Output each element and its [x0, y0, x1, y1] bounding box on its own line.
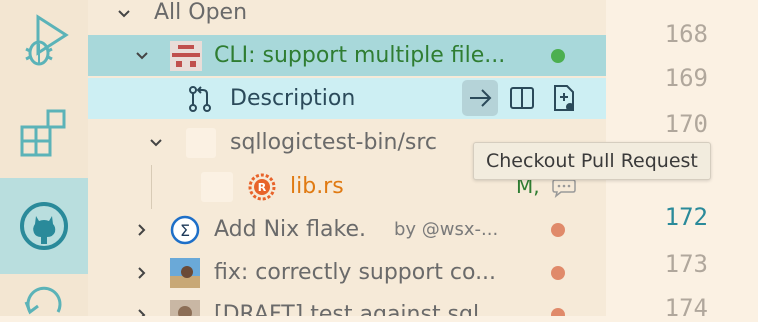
- git-pull-request-icon: [189, 86, 211, 112]
- pr-item-cli-support[interactable]: CLI: support multiple file...: [88, 35, 606, 76]
- description-label: Description: [230, 86, 356, 111]
- svg-text:Σ: Σ: [180, 221, 190, 240]
- chevron-down-icon: [150, 139, 162, 147]
- avatar: [170, 300, 200, 316]
- pr-title: Add Nix flake.: [214, 217, 366, 242]
- file-comment-button[interactable]: [546, 80, 582, 116]
- folder-icon: [186, 128, 216, 158]
- tooltip: Checkout Pull Request: [473, 142, 711, 180]
- section-all-open[interactable]: All Open: [88, 0, 606, 33]
- pr-author: by @wsx-...: [394, 219, 499, 240]
- rust-icon: R: [248, 173, 276, 201]
- split-view-button[interactable]: [504, 80, 540, 116]
- arrow-right-icon: [470, 89, 492, 107]
- chevron-down-icon: [118, 10, 130, 18]
- status-dot: [551, 266, 565, 280]
- avatar: [170, 258, 200, 288]
- github-icon[interactable]: [0, 178, 88, 274]
- run-debug-icon[interactable]: [0, 0, 88, 80]
- extensions-icon[interactable]: [0, 90, 88, 176]
- file-label: lib.rs: [290, 174, 344, 199]
- section-label: All Open: [154, 0, 248, 25]
- folder-label: sqllogictest-bin/src: [230, 130, 438, 155]
- status-dot: [551, 308, 565, 316]
- activity-bar: [0, 0, 88, 316]
- chevron-right-icon: [138, 267, 146, 279]
- svg-text:R: R: [258, 181, 267, 194]
- pr-title: [DRAFT] test against sql...: [214, 302, 501, 316]
- chevron-right-icon: [138, 224, 146, 236]
- pr-title: CLI: support multiple file...: [214, 43, 506, 68]
- timeline-icon[interactable]: [0, 282, 88, 322]
- pr-item-fix-correctly[interactable]: fix: correctly support co...: [88, 252, 606, 293]
- avatar: Σ: [170, 215, 200, 245]
- chevron-down-icon: [136, 52, 148, 60]
- file-type-icon-placeholder: [201, 172, 233, 202]
- comment-icon: [552, 179, 576, 198]
- checkout-pull-request-button[interactable]: [462, 80, 498, 116]
- status-dot: [551, 49, 565, 63]
- chevron-right-icon: [138, 309, 146, 316]
- split-view-icon: [510, 87, 534, 109]
- avatar: [170, 41, 202, 71]
- line-number: 173: [664, 250, 708, 278]
- pr-item-add-nix-flake[interactable]: Σ Add Nix flake. by @wsx-...: [88, 209, 606, 250]
- pr-title: fix: correctly support co...: [214, 260, 497, 285]
- pr-item-draft[interactable]: [DRAFT] test against sql...: [88, 294, 606, 316]
- description-item[interactable]: Description: [88, 78, 606, 119]
- line-number: 169: [664, 64, 708, 92]
- line-number: 168: [664, 20, 708, 48]
- file-comment-icon: [554, 85, 574, 111]
- line-number: 170: [664, 110, 708, 138]
- line-number-current: 172: [664, 203, 708, 231]
- line-number: 174: [664, 294, 708, 322]
- status-dot: [551, 223, 565, 237]
